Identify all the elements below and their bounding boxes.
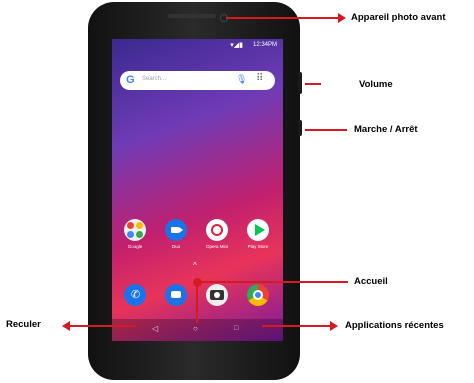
- chrome-icon[interactable]: [247, 284, 269, 306]
- back-label: Reculer: [6, 319, 41, 330]
- signal-battery-icons: ▾◢▮: [230, 42, 243, 49]
- front-camera-leader: [226, 17, 344, 19]
- app-label: Play Store: [247, 244, 269, 249]
- status-bar: ▾◢▮ 12:34PM: [112, 39, 283, 51]
- volume-label: Volume: [359, 79, 393, 90]
- front-camera-label: Appareil photo avant: [351, 12, 446, 23]
- back-nav-icon[interactable]: ◁: [152, 324, 158, 333]
- play-store-icon: [247, 219, 269, 241]
- power-button[interactable]: [298, 120, 302, 136]
- home-leader-horizontal: [197, 281, 348, 283]
- status-time: 12:34PM: [252, 42, 277, 48]
- home-label: Accueil: [354, 276, 388, 287]
- volume-leader: [305, 83, 321, 85]
- app-label: Opera Mini: [205, 244, 228, 249]
- opera-mini-icon: [206, 219, 228, 241]
- app-play-store[interactable]: Play Store: [245, 219, 271, 249]
- volume-button[interactable]: [298, 72, 302, 94]
- phone-icon[interactable]: ✆: [124, 284, 146, 306]
- app-label: Duo: [171, 244, 181, 249]
- google-g-icon: G: [126, 74, 135, 86]
- recent-apps-arrowhead: [330, 321, 338, 331]
- power-leader: [305, 129, 347, 131]
- recent-apps-leader: [262, 325, 332, 327]
- app-duo[interactable]: Duo: [163, 219, 189, 249]
- google-folder-icon: [124, 219, 146, 241]
- app-label: Google: [127, 244, 143, 249]
- home-nav-icon[interactable]: ○: [193, 324, 198, 333]
- app-drawer-chevron-icon[interactable]: ^: [193, 261, 197, 270]
- power-label: Marche / Arrêt: [354, 124, 418, 135]
- google-search-bar[interactable]: G Search... 🎙 ⠿: [120, 71, 275, 90]
- camera-icon[interactable]: [206, 284, 228, 306]
- mic-icon[interactable]: 🎙: [236, 74, 247, 85]
- app-google[interactable]: Google: [122, 219, 148, 249]
- app-grid-icon[interactable]: ⠿: [256, 73, 263, 84]
- back-arrowhead: [62, 321, 70, 331]
- front-camera-arrowhead: [338, 13, 346, 23]
- back-leader: [66, 325, 136, 327]
- messages-icon[interactable]: [165, 284, 187, 306]
- duo-icon: [165, 219, 187, 241]
- recents-nav-icon[interactable]: □: [234, 325, 238, 332]
- home-leader-vertical: [196, 283, 198, 323]
- earpiece: [168, 14, 216, 18]
- search-placeholder: Search...: [142, 76, 167, 82]
- app-opera-mini[interactable]: Opera Mini: [204, 219, 230, 249]
- recent-apps-label: Applications récentes: [345, 320, 444, 331]
